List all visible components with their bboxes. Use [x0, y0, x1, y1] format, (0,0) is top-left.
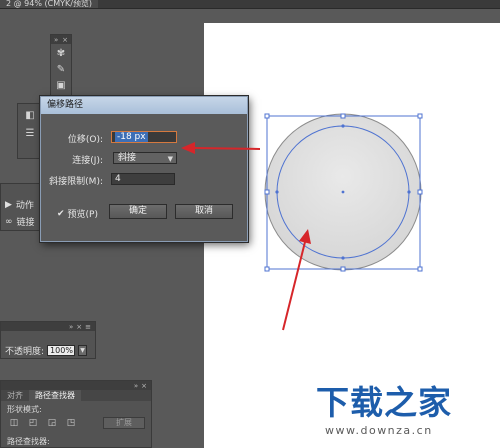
watermark-logo: 下载之家	[316, 383, 452, 422]
arrow-to-offset-field	[181, 142, 261, 154]
arrow-to-circle	[282, 229, 311, 331]
watermark-url: www.downza.cn	[325, 424, 433, 437]
